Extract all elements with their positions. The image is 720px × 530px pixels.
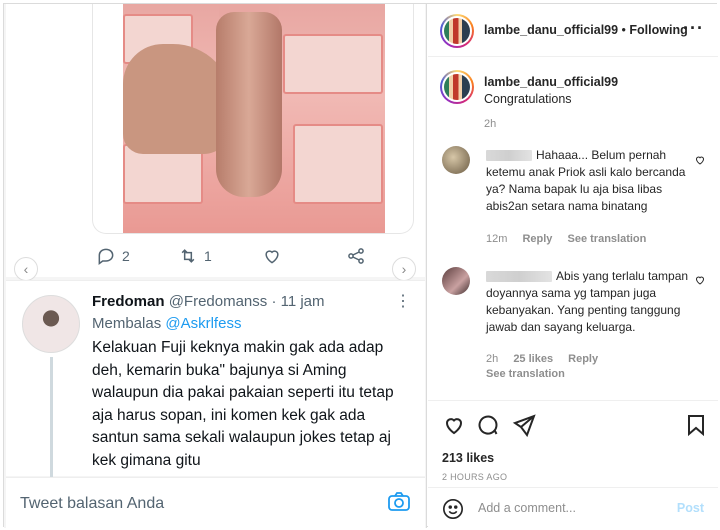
carousel-prev-button[interactable]: ‹ [14, 257, 38, 281]
more-options-icon[interactable]: ··· [683, 18, 704, 39]
likes-count[interactable]: 213 likes [442, 451, 494, 465]
post-timestamp: 2 HOURS AGO [442, 472, 508, 482]
comment-username-blurred[interactable] [486, 150, 532, 162]
bookmark-icon[interactable] [684, 413, 708, 437]
header-avatar[interactable] [440, 14, 474, 48]
caption-time: 2h [484, 118, 497, 130]
tweet-photo-card[interactable] [92, 4, 414, 234]
comment-reply-button[interactable]: Reply [568, 353, 598, 365]
thread-line [50, 357, 53, 477]
tweet-reply-input[interactable]: Tweet balasan Anda [20, 495, 164, 513]
quoted-tweet-top: 2 1 [6, 4, 425, 277]
tweet-reply-context: Membalas @Askrlfess [92, 315, 241, 332]
comment-avatar[interactable] [442, 267, 470, 295]
like-heart-icon[interactable] [442, 413, 466, 437]
post-header: lambe_danu_official99 • Following ··· [428, 4, 718, 57]
tweet-text: Kelakuan Fuji keknya makin gak ada adap … [92, 339, 394, 469]
emoji-icon[interactable] [442, 498, 464, 520]
add-comment-input[interactable]: Add a comment... [478, 501, 576, 515]
reply-action[interactable]: 2 [96, 246, 130, 266]
following-button[interactable]: Following [629, 23, 687, 37]
tweet-more-icon[interactable]: ⋮ [395, 291, 411, 311]
comment-reply-button[interactable]: Reply [522, 233, 552, 245]
comment-meta: 2h 25 likes Reply [486, 353, 598, 365]
header-user-row: lambe_danu_official99 • Following [484, 23, 688, 37]
comment-time: 12m [486, 233, 508, 245]
share-icon [348, 248, 364, 264]
comment-meta-2: See translation [486, 368, 565, 380]
post-media: 2 1 ‹ › Fredoman @Fredomanss · 11 jam ⋮ … [4, 4, 427, 528]
tweet-compose-bar: Tweet balasan Anda [6, 477, 425, 528]
caption-text: Congratulations [484, 92, 572, 106]
tweet-author-name[interactable]: Fredoman [92, 293, 165, 310]
reply-tweet: Fredoman @Fredomanss · 11 jam ⋮ Membalas… [6, 280, 425, 477]
tweet-author-handle[interactable]: @Fredomanss [169, 293, 268, 310]
comment-bubble-icon[interactable] [476, 413, 500, 437]
comment-like-icon[interactable] [694, 154, 706, 166]
retweet-count: 1 [204, 248, 212, 264]
heart-icon [265, 250, 279, 264]
comment-item: Abis yang terlalu tampan doyannya sama y… [486, 268, 691, 336]
send-icon[interactable] [512, 413, 536, 437]
photo-shelf [293, 124, 383, 204]
instagram-side-panel: lambe_danu_official99 • Following ··· la… [428, 4, 718, 528]
tweet-header: Fredoman @Fredomanss · 11 jam [92, 293, 325, 310]
add-comment-bar: Add a comment... Post [428, 487, 718, 528]
comment-meta: 12m Reply See translation [486, 233, 646, 245]
comment-avatar[interactable] [442, 146, 470, 174]
header-username[interactable]: lambe_danu_official99 [484, 23, 618, 37]
comment-like-icon[interactable] [694, 274, 706, 286]
comment-item: Hahaaa... Belum pernah ketemu anak Priok… [486, 147, 691, 215]
retweet-action[interactable]: 1 [178, 246, 212, 266]
tweet-time: · 11 jam [271, 293, 325, 310]
reply-count: 2 [122, 248, 130, 264]
post-action-bar [428, 400, 718, 448]
tweet-author-avatar[interactable] [22, 295, 80, 353]
tweet-action-row: 2 1 [92, 246, 382, 270]
comment-translate-button[interactable]: See translation [486, 368, 565, 380]
photo-bottle [216, 12, 282, 197]
share-action[interactable] [346, 246, 366, 266]
post-caption: lambe_danu_official99 Congratulations 2h [484, 74, 704, 133]
comment-likes-count[interactable]: 25 likes [513, 353, 553, 365]
caption-avatar[interactable] [440, 70, 474, 104]
comment-time: 2h [486, 353, 499, 365]
caption-username[interactable]: lambe_danu_official99 [484, 74, 704, 91]
reply-icon [98, 248, 114, 265]
carousel-next-button[interactable]: › [392, 257, 416, 281]
post-comment-button[interactable]: Post [677, 501, 704, 515]
header-separator: • [618, 23, 630, 37]
post-window: 2 1 ‹ › Fredoman @Fredomanss · 11 jam ⋮ … [3, 3, 718, 528]
comment-translate-button[interactable]: See translation [568, 233, 647, 245]
reply-to-handle[interactable]: @Askrlfess [165, 315, 241, 332]
photo-shelf [283, 34, 383, 94]
reply-prefix: Membalas [92, 315, 162, 332]
comment-username-blurred[interactable] [486, 271, 552, 283]
retweet-icon [181, 249, 195, 263]
camera-icon[interactable] [387, 490, 411, 514]
tweet-photo [123, 4, 385, 233]
like-action[interactable] [262, 246, 282, 266]
